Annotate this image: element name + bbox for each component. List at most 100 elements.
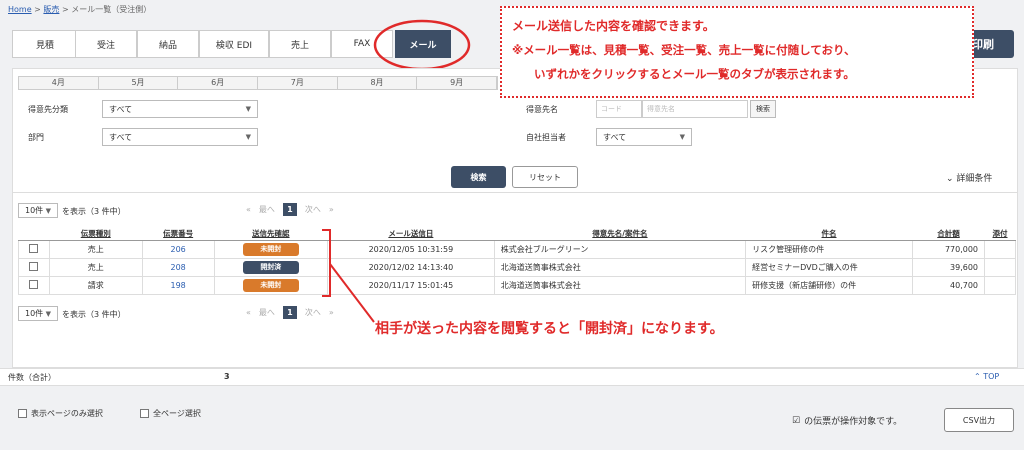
- page-size-select-top[interactable]: 10件 ▼: [18, 203, 58, 218]
- chevron-down-icon: ▼: [679, 133, 685, 141]
- csv-export-button[interactable]: CSV出力: [944, 408, 1014, 432]
- column-header[interactable]: 合計額: [912, 228, 985, 241]
- month-cell[interactable]: 6月: [178, 77, 259, 89]
- cell-subject: 研修支援（新店舗研修）の件: [745, 275, 913, 295]
- row-checkbox[interactable]: [29, 243, 39, 253]
- pager-first[interactable]: «: [246, 308, 251, 317]
- tab-sales[interactable]: 売上: [269, 30, 331, 58]
- status-badge: 開封済: [242, 260, 299, 274]
- cell-status: 未開封: [213, 239, 328, 259]
- department-label: 部門: [28, 133, 44, 142]
- all-select-option[interactable]: 全ページ選択: [140, 408, 201, 419]
- tab-delivery[interactable]: 納品: [137, 30, 199, 58]
- status-badge: 未開封: [242, 278, 299, 292]
- page-select-checkbox[interactable]: [18, 409, 27, 418]
- divider: [12, 192, 1018, 193]
- month-cell[interactable]: 5月: [99, 77, 179, 89]
- table-header-row: 伝票種別 伝票番号 送信先確認 メール送信日 得意先名/案件名 件名 合計額 添…: [18, 228, 1016, 241]
- callout-line: ※メール一覧は、見積一覧、受注一覧、売上一覧に付随しており、: [512, 43, 856, 57]
- chevron-down-icon: ▼: [245, 105, 251, 113]
- customer-category-value: すべて: [109, 104, 133, 114]
- cell-subject: 経営セミナーDVDご購入の件: [745, 257, 913, 277]
- row-checkbox-cell: [18, 257, 50, 277]
- cell-attachment: [984, 257, 1016, 277]
- month-cell[interactable]: 7月: [258, 77, 338, 89]
- cell-number-link[interactable]: 208: [141, 257, 215, 277]
- cell-total: 770,000: [911, 239, 986, 259]
- column-header[interactable]: 添付: [984, 228, 1016, 241]
- cell-attachment: [984, 275, 1016, 295]
- customer-name-label: 得意先名: [526, 105, 558, 114]
- pager-first[interactable]: «: [246, 205, 251, 214]
- detail-conditions-toggle[interactable]: ⌄ 詳細条件: [946, 171, 992, 184]
- month-cell[interactable]: 8月: [338, 77, 418, 89]
- top-link[interactable]: ⌃ TOP: [974, 372, 999, 381]
- page-size-value: 10件: [25, 309, 44, 318]
- customer-lookup-button[interactable]: 検索: [750, 100, 776, 118]
- column-header[interactable]: 得意先名/案件名: [494, 228, 746, 241]
- status-badge: 未開封: [242, 242, 299, 256]
- mail-info-callout: メール送信した内容を確認できます。 ※メール一覧は、見積一覧、受注一覧、売上一覧…: [500, 6, 974, 98]
- callout-line: メール送信した内容を確認できます。: [512, 19, 715, 33]
- pager-current[interactable]: 1: [282, 306, 297, 319]
- all-select-checkbox[interactable]: [140, 409, 149, 418]
- pager-next[interactable]: 次へ: [305, 204, 321, 215]
- breadcrumb-sales-link[interactable]: 販売: [43, 5, 59, 14]
- row-checkbox-cell: [18, 275, 50, 295]
- column-header[interactable]: 送信先確認: [214, 228, 328, 241]
- tab-order[interactable]: 受注: [75, 30, 137, 58]
- row-checkbox[interactable]: [29, 279, 39, 289]
- table-row[interactable]: 請求 198 未開封 2020/11/17 15:01:45 北海道送筒事株式会…: [18, 275, 1016, 295]
- breadcrumb-separator: >: [61, 5, 72, 14]
- chevron-down-icon: ⌄: [946, 174, 954, 184]
- row-checkbox-cell: [18, 239, 50, 259]
- page-size-suffix: を表示（3 件中）: [62, 207, 126, 216]
- pager-last[interactable]: »: [329, 205, 334, 214]
- search-button[interactable]: 検索: [451, 166, 506, 188]
- page-select-label: 表示ページのみ選択: [31, 409, 103, 418]
- row-checkbox[interactable]: [29, 261, 39, 271]
- staff-select[interactable]: すべて ▼: [596, 128, 692, 146]
- cell-type: 売上: [48, 257, 143, 277]
- breadcrumb: Home > 販売 > メール一覧（受注側）: [8, 4, 151, 15]
- department-select[interactable]: すべて ▼: [102, 128, 258, 146]
- page-size-select-bottom[interactable]: 10件 ▼: [18, 306, 58, 321]
- pager-current[interactable]: 1: [282, 203, 297, 216]
- tab-highlight-circle: [373, 19, 471, 71]
- page-select-option[interactable]: 表示ページのみ選択: [18, 408, 103, 419]
- tab-estimate[interactable]: 見積: [12, 30, 78, 58]
- breadcrumb-home-link[interactable]: Home: [8, 5, 32, 14]
- cell-status: 未開封: [213, 275, 328, 295]
- customer-code-input[interactable]: コード: [596, 100, 642, 118]
- table-row[interactable]: 売上 208 開封済 2020/12/02 14:13:40 北海道送筒事株式会…: [18, 257, 1016, 277]
- cell-number-link[interactable]: 206: [141, 239, 215, 259]
- month-cell[interactable]: 4月: [19, 77, 99, 89]
- page-size-suffix: を表示（3 件中）: [62, 310, 126, 319]
- callout-line: いずれかをクリックするとメール一覧のタブが表示されます。: [534, 67, 855, 81]
- table-row[interactable]: 売上 206 未開封 2020/12/05 10:31:59 株式会社ブルーグリ…: [18, 239, 1016, 259]
- pager-prev[interactable]: 最へ: [259, 307, 275, 318]
- summary-bar: 件数（合計） 3 ⌃ TOP: [0, 368, 1024, 386]
- reset-button[interactable]: リセット: [512, 166, 578, 188]
- check-icon: ☑: [792, 415, 801, 426]
- month-cell[interactable]: 9月: [417, 77, 498, 89]
- target-note-label: の伝票が操作対象です。: [804, 417, 903, 427]
- tab-inspection-edi[interactable]: 検収 EDI: [199, 30, 269, 58]
- pager-prev[interactable]: 最へ: [259, 204, 275, 215]
- column-header[interactable]: 伝票番号: [142, 228, 215, 241]
- count-value: 3: [224, 372, 230, 381]
- customer-name-input[interactable]: 得意先名: [642, 100, 748, 118]
- column-header[interactable]: 件名: [745, 228, 913, 241]
- chevron-down-icon: ▼: [245, 133, 251, 141]
- column-header-select: [18, 228, 50, 241]
- staff-label: 自社担当者: [526, 133, 566, 142]
- mail-list-table: 伝票種別 伝票番号 送信先確認 メール送信日 得意先名/案件名 件名 合計額 添…: [18, 228, 1016, 295]
- column-header[interactable]: 伝票種別: [49, 228, 143, 241]
- customer-category-select[interactable]: すべて ▼: [102, 100, 258, 118]
- detail-conditions-label: 詳細条件: [956, 174, 993, 184]
- cell-number-link[interactable]: 198: [141, 275, 215, 295]
- chevron-down-icon: ▼: [45, 206, 51, 215]
- department-value: すべて: [109, 132, 133, 142]
- count-label: 件数（合計）: [8, 373, 56, 382]
- breadcrumb-current: メール一覧（受注側）: [71, 5, 152, 14]
